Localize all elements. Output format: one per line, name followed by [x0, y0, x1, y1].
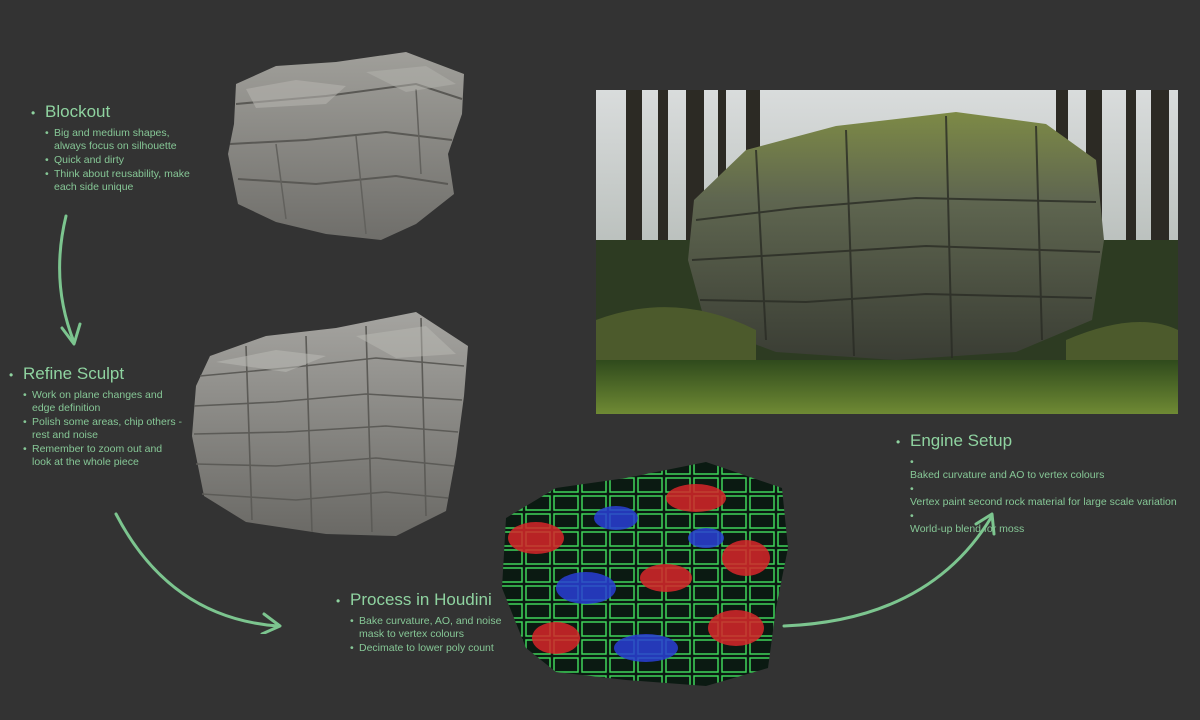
step-engine-setup: • Engine Setup •Baked curvature and AO to… — [896, 431, 1186, 537]
step-title-text: Process in Houdini — [350, 590, 492, 609]
bullet-text: Decimate to lower poly count — [359, 642, 494, 654]
step-title: • Engine Setup — [896, 431, 1186, 452]
bullet-text: Work on plane changes and edge definitio… — [32, 389, 163, 414]
step-title-text: Refine Sculpt — [23, 364, 125, 383]
bullet-icon: • — [45, 168, 49, 180]
houdini-vertex-colour-image — [496, 458, 792, 690]
bullet-icon: • — [896, 435, 901, 449]
refine-sculpt-image — [186, 306, 476, 542]
bullet-text: Vertex paint second rock material for la… — [910, 496, 1177, 508]
step-bullets: • Work on plane changes and edge definiti… — [9, 389, 199, 469]
step-title-text: Blockout — [45, 102, 111, 121]
bullet-icon: • — [910, 456, 914, 468]
bullet-text: Think about reusability, make each side … — [54, 168, 190, 193]
bullet-text: Remember to zoom out and look at the who… — [32, 443, 163, 468]
list-item: • Bake curvature, AO, and noise mask to v… — [350, 615, 536, 641]
bullet-icon: • — [336, 594, 341, 608]
step-bullets: • Big and medium shapes, always focus on … — [31, 127, 221, 194]
step-bullets: •Baked curvature and AO to vertex colour… — [896, 456, 1186, 536]
bullet-text: Baked curvature and AO to vertex colours — [910, 469, 1105, 481]
arrow-blockout-to-refine — [58, 214, 82, 346]
list-item: • Think about reusability, make each side… — [45, 168, 221, 194]
bullet-text: Quick and dirty — [54, 154, 125, 166]
bullet-icon: • — [350, 615, 354, 627]
list-item: •Vertex paint second rock material for l… — [910, 483, 1186, 509]
bullet-icon: • — [23, 443, 27, 455]
bullet-icon: • — [9, 368, 14, 382]
step-process-houdini: • Process in Houdini • Bake curvature, AO,… — [336, 590, 536, 656]
step-blockout: • Blockout • Big and medium shapes, always… — [31, 102, 221, 195]
step-refine-sculpt: • Refine Sculpt • Work on plane changes an… — [9, 364, 199, 470]
bullet-text: Big and medium shapes, always focus on s… — [54, 127, 177, 152]
bullet-icon: • — [45, 154, 49, 166]
bullet-icon: • — [350, 642, 354, 654]
step-bullets: • Bake curvature, AO, and noise mask to v… — [336, 615, 536, 655]
bullet-icon: • — [23, 416, 27, 428]
step-title: • Blockout — [31, 102, 221, 123]
step-title: • Refine Sculpt — [9, 364, 199, 385]
list-item: • Work on plane changes and edge definiti… — [23, 389, 199, 415]
list-item: •Baked curvature and AO to vertex colour… — [910, 456, 1186, 482]
bullet-icon: • — [910, 510, 914, 522]
list-item: • Quick and dirty — [45, 154, 221, 167]
list-item: • Decimate to lower poly count — [350, 642, 536, 655]
blockout-sculpt-image — [216, 44, 468, 244]
list-item: • Remember to zoom out and look at the wh… — [23, 443, 199, 469]
bullet-icon: • — [910, 483, 914, 495]
bullet-icon: • — [31, 106, 36, 120]
list-item: • Polish some areas, chip others - rest a… — [23, 416, 199, 442]
bullet-icon: • — [23, 389, 27, 401]
bullet-icon: • — [45, 127, 49, 139]
bullet-text: World-up blend for moss — [910, 523, 1025, 535]
step-title: • Process in Houdini — [336, 590, 536, 611]
engine-render-image — [596, 90, 1178, 414]
list-item: • Big and medium shapes, always focus on … — [45, 127, 221, 153]
step-title-text: Engine Setup — [910, 431, 1013, 450]
bullet-text: Polish some areas, chip others - rest an… — [32, 416, 182, 441]
bullet-text: Bake curvature, AO, and noise mask to ve… — [359, 615, 502, 640]
list-item: •World-up blend for moss — [910, 510, 1186, 536]
arrow-refine-to-houdini — [114, 512, 282, 634]
